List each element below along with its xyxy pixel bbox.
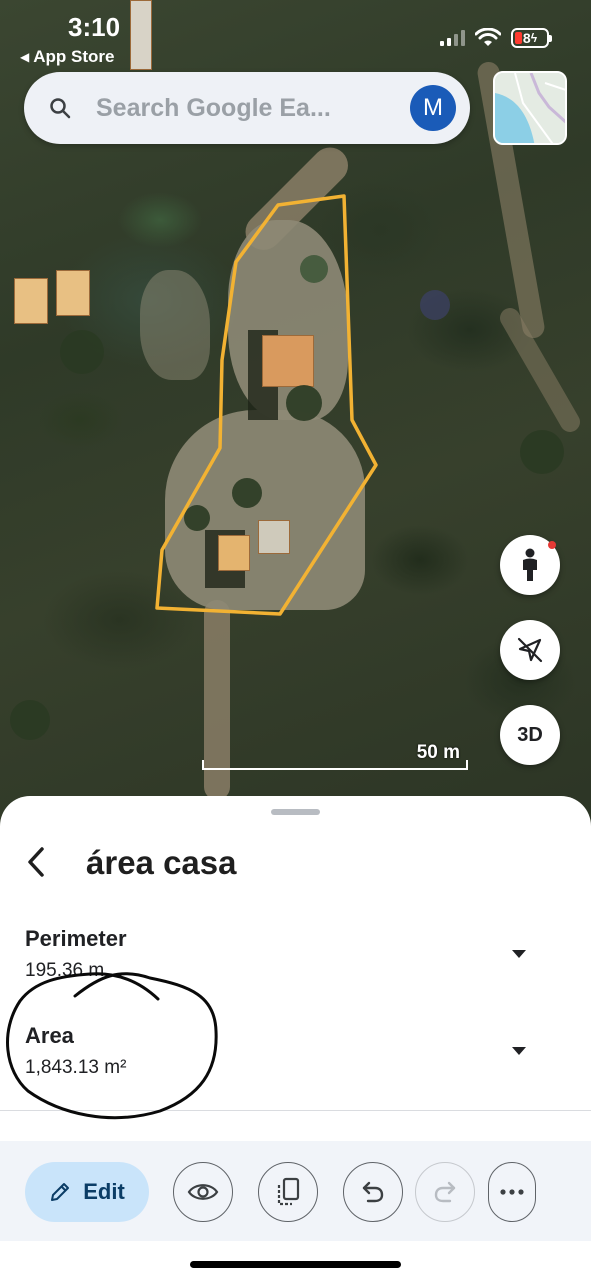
perimeter-unit-dropdown[interactable]: [508, 943, 530, 965]
street-view-button[interactable]: [500, 535, 560, 595]
pegman-icon: [523, 548, 537, 581]
status-icons: 8 ϟ: [440, 28, 552, 48]
battery-fill: [515, 32, 522, 44]
redo-button[interactable]: [415, 1162, 475, 1222]
charging-bolt-icon: ϟ: [530, 31, 538, 45]
home-indicator[interactable]: [190, 1261, 401, 1268]
redo-icon: [434, 1181, 456, 1203]
my-location-button[interactable]: [500, 620, 560, 680]
pencil-icon: [51, 1183, 70, 1201]
edit-button[interactable]: Edit: [25, 1162, 149, 1222]
duplicate-button[interactable]: [258, 1162, 318, 1222]
measurement-sheet: área casa Perimeter 195.36 m Area 1,843.…: [0, 796, 591, 1280]
sheet-grabber[interactable]: [271, 809, 320, 815]
visibility-button[interactable]: [173, 1162, 233, 1222]
edit-label: Edit: [83, 1179, 125, 1204]
more-icon: [500, 1189, 524, 1195]
perimeter-value: 195.36 m: [25, 960, 105, 981]
bottom-toolbar: Edit: [0, 1141, 591, 1241]
notification-dot: [548, 541, 556, 549]
caret-down-icon: [512, 1047, 526, 1055]
perimeter-label: Perimeter: [25, 926, 127, 951]
search-input[interactable]: Search Google Ea...: [96, 94, 410, 123]
undo-button[interactable]: [343, 1162, 403, 1222]
back-arrow-icon: ◀: [20, 50, 30, 64]
area-label: Area: [25, 1023, 74, 1048]
divider: [0, 1110, 591, 1111]
layers-minimap-button[interactable]: [493, 71, 567, 145]
eye-icon: [187, 1184, 219, 1200]
cellular-signal-icon: [440, 30, 465, 46]
measurement-title: área casa: [86, 844, 237, 881]
more-options-button[interactable]: [488, 1162, 536, 1222]
back-button[interactable]: [18, 842, 54, 882]
back-to-app-link[interactable]: ◀ App Store: [20, 47, 114, 67]
back-app-label: App Store: [33, 47, 115, 66]
copy-icon: [277, 1177, 300, 1206]
location-off-icon: [517, 637, 543, 663]
map-scale: 50 m: [202, 742, 468, 770]
perimeter-section: Perimeter 195.36 m: [25, 926, 127, 982]
area-unit-dropdown[interactable]: [508, 1040, 530, 1062]
area-section: Area 1,843.13 m²: [25, 1023, 126, 1079]
undo-icon: [362, 1181, 384, 1203]
wifi-icon: [475, 28, 501, 46]
avatar[interactable]: M: [410, 85, 456, 131]
battery-icon: 8 ϟ: [511, 28, 552, 48]
search-icon: [24, 97, 96, 119]
minimap-thumbnail: [495, 73, 565, 143]
status-time: 3:10: [68, 12, 121, 42]
3d-toggle-button[interactable]: 3D: [500, 705, 560, 765]
caret-down-icon: [512, 950, 526, 958]
search-bar[interactable]: Search Google Ea... M: [24, 72, 470, 144]
battery-level: 8: [522, 30, 531, 46]
area-value: 1,843.13 m²: [25, 1057, 127, 1078]
chevron-left-icon: [28, 847, 44, 877]
scale-bar: [202, 760, 468, 770]
